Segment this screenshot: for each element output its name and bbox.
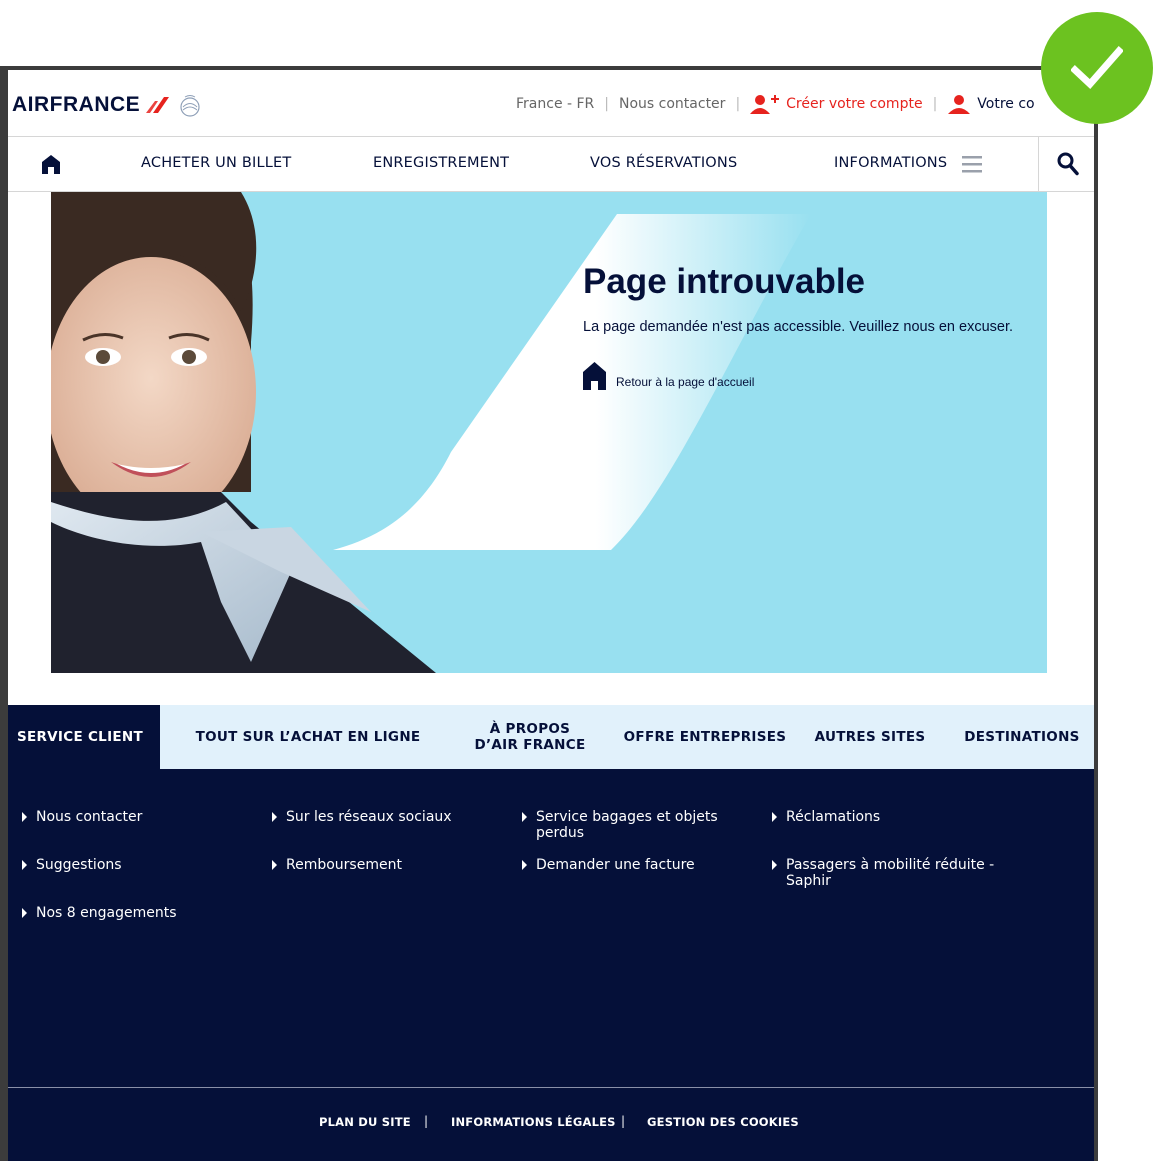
footer-link[interactable]: Nous contacter xyxy=(14,809,142,825)
tab-label: OFFRE ENTREPRISES xyxy=(623,729,787,745)
sitemap-link[interactable]: PLAN DU SITE xyxy=(319,1115,411,1129)
footer-link-line: perdus xyxy=(536,825,585,841)
cookie-settings-link[interactable]: GESTION DES COOKIES xyxy=(647,1115,799,1129)
nav-check-in[interactable]: ENREGISTREMENT xyxy=(373,155,509,171)
nav-buy-ticket[interactable]: ACHETER UN BILLET xyxy=(141,155,291,171)
search-button[interactable] xyxy=(1038,137,1094,191)
account-link[interactable]: Votre co xyxy=(947,94,1035,114)
legal-info-link[interactable]: INFORMATIONS LÉGALES xyxy=(451,1115,616,1129)
page-title: Page introuvable xyxy=(583,262,866,301)
add-user-icon xyxy=(750,95,780,114)
footer-link[interactable]: Suggestions xyxy=(14,857,122,873)
tab-label: À PROPOS xyxy=(489,721,571,737)
footer-link-line: Service bagages et objets xyxy=(536,809,718,825)
footer-link[interactable]: Sur les réseaux sociaux xyxy=(264,809,452,825)
footer-divider xyxy=(8,1087,1094,1088)
footer-link[interactable]: Demander une facture xyxy=(514,857,695,873)
footer-link[interactable]: Réclamations xyxy=(764,809,880,825)
create-account-label: Créer votre compte xyxy=(786,96,923,112)
footer-tabs: SERVICE CLIENT TOUT SUR L’ACHAT EN LIGNE… xyxy=(8,705,1094,769)
tab-label: SERVICE CLIENT xyxy=(16,729,144,745)
hero-illustration xyxy=(51,192,811,673)
footer-link-line: Passagers à mobilité réduite - xyxy=(786,857,995,873)
tab-label: D’AIR FRANCE xyxy=(474,737,586,753)
menu-icon[interactable] xyxy=(962,155,982,173)
airfrance-logo[interactable]: AIRFRANCE xyxy=(12,90,203,120)
footer-link-line: Saphir xyxy=(786,873,831,889)
footer-link[interactable]: Service bagages et objets perdus xyxy=(514,809,718,841)
locale-selector[interactable]: France - FR xyxy=(516,96,594,112)
tab-service-client[interactable]: SERVICE CLIENT xyxy=(8,705,160,769)
main-nav: ACHETER UN BILLET ENREGISTREMENT VOS RÉS… xyxy=(8,137,1094,192)
back-home-link[interactable]: Retour à la page d'accueil xyxy=(583,362,754,390)
home-icon[interactable] xyxy=(42,155,60,174)
top-links: France - FR | Nous contacter | Créer vot… xyxy=(516,92,1035,116)
tab-destinations[interactable]: DESTINATIONS xyxy=(950,705,1094,769)
nav-reservations[interactable]: VOS RÉSERVATIONS xyxy=(590,155,737,171)
separator: | xyxy=(932,96,938,112)
tab-label: DESTINATIONS xyxy=(964,729,1080,745)
footer-body: Nous contacter Sur les réseaux sociaux S… xyxy=(8,769,1094,1161)
skyteam-icon xyxy=(180,95,200,117)
browser-frame: AIRFRANCE France - FR | Nous contacter | xyxy=(0,66,1098,1161)
footer-link[interactable]: Passagers à mobilité réduite - Saphir xyxy=(764,857,994,889)
tab-autres-sites[interactable]: AUTRES SITES xyxy=(810,705,930,769)
logo-slash-icon xyxy=(146,97,170,113)
search-icon xyxy=(1057,152,1079,176)
account-label: Votre co xyxy=(977,96,1035,112)
success-badge xyxy=(1041,12,1153,124)
footer-link[interactable]: Remboursement xyxy=(264,857,402,873)
nav-information[interactable]: INFORMATIONS xyxy=(834,155,947,171)
error-message: La page demandée n'est pas accessible. V… xyxy=(583,319,1014,335)
tab-offre-entreprises[interactable]: OFFRE ENTREPRISES xyxy=(620,705,790,769)
separator: | xyxy=(604,96,610,112)
home-icon xyxy=(583,362,606,390)
tab-label: AUTRES SITES xyxy=(814,729,926,745)
create-account-link[interactable]: Créer votre compte xyxy=(750,94,923,114)
tab-achat-en-ligne[interactable]: TOUT SUR L’ACHAT EN LIGNE xyxy=(180,705,436,769)
separator: | xyxy=(735,96,741,112)
back-home-label: Retour à la page d'accueil xyxy=(616,375,755,389)
contact-link[interactable]: Nous contacter xyxy=(619,96,725,112)
separator: | xyxy=(621,1114,626,1128)
top-bar: AIRFRANCE France - FR | Nous contacter | xyxy=(8,70,1094,137)
footer-link[interactable]: Nos 8 engagements xyxy=(14,905,177,921)
logo-wordmark: AIRFRANCE xyxy=(12,93,141,116)
error-hero: Page introuvable La page demandée n'est … xyxy=(51,192,1047,673)
user-icon xyxy=(948,95,971,114)
tab-label: TOUT SUR L’ACHAT EN LIGNE xyxy=(195,729,421,745)
tab-a-propos[interactable]: À PROPOS D’AIR FRANCE xyxy=(460,705,600,769)
separator: | xyxy=(424,1114,429,1128)
checkmark-icon xyxy=(1071,46,1123,90)
